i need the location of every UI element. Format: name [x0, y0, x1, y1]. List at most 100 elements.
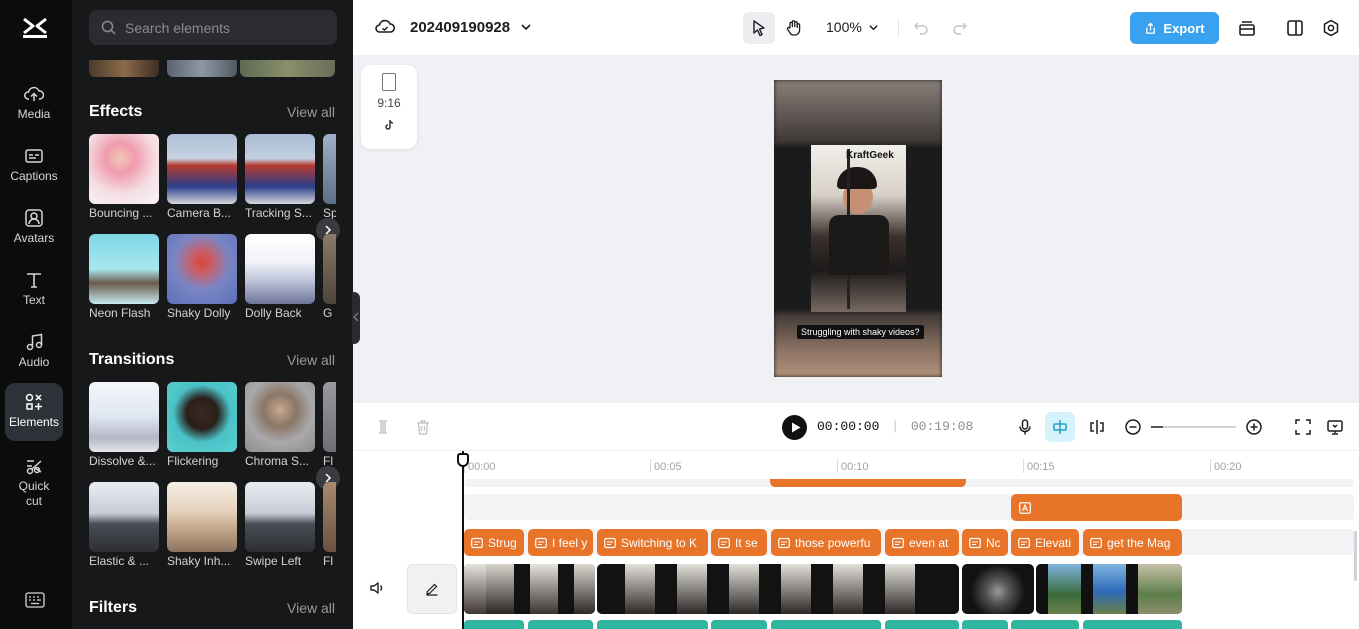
video-clip[interactable]	[597, 564, 959, 614]
nav-item-audio[interactable]: Audio	[5, 326, 63, 384]
speaker-icon	[370, 582, 383, 594]
transition-tile[interactable]: Fl	[323, 382, 336, 468]
video-frame-thumb	[464, 564, 486, 614]
caption-clip[interactable]: It se	[711, 529, 767, 556]
nav-item-avatars[interactable]: Avatars	[5, 202, 63, 260]
audio-clip[interactable]	[528, 620, 593, 629]
effect-tile[interactable]: Dolly Back	[245, 234, 315, 320]
edit-cover-button[interactable]	[407, 564, 457, 614]
redo-button[interactable]	[944, 12, 976, 44]
transition-tile[interactable]: Flickering	[167, 382, 237, 468]
mute-track-button[interactable]	[367, 578, 387, 598]
transition-label: Swipe Left	[245, 554, 302, 568]
caption-clip[interactable]: Elevati	[1011, 529, 1079, 556]
nav-item-quick-cut[interactable]: Quick cut	[5, 450, 63, 512]
watermark-text: KraftGeek	[846, 150, 894, 161]
undo-button[interactable]	[905, 12, 937, 44]
transition-tile[interactable]: Dissolve &...	[89, 382, 159, 468]
effect-tile[interactable]: Sp	[323, 134, 336, 220]
effect-tile[interactable]: Tracking S...	[245, 134, 315, 220]
transition-tile[interactable]: Swipe Left	[245, 482, 315, 568]
export-button[interactable]: Export	[1130, 12, 1219, 44]
delete-button[interactable]	[413, 417, 433, 437]
audio-clip[interactable]	[885, 620, 959, 629]
caption-clip[interactable]: Nc	[962, 529, 1008, 556]
nav-item-text[interactable]: Text	[5, 264, 63, 322]
audio-clip[interactable]	[962, 620, 1008, 629]
scrolled-thumbnail	[240, 60, 335, 77]
preview-settings-button[interactable]	[1325, 417, 1345, 437]
panel-collapse-handle[interactable]	[352, 292, 360, 344]
text-clip-icon	[1019, 501, 1031, 514]
effect-tile[interactable]: G	[323, 234, 336, 320]
zoom-dropdown[interactable]: 100%	[826, 19, 879, 35]
transition-tile[interactable]: Chroma S...	[245, 382, 315, 468]
fullscreen-button[interactable]	[1293, 417, 1313, 437]
effect-clip[interactable]	[770, 479, 966, 487]
keyboard-icon[interactable]	[25, 592, 45, 608]
record-voiceover-button[interactable]	[1015, 417, 1035, 437]
effect-thumbnail	[323, 134, 336, 204]
play-button[interactable]	[782, 415, 807, 440]
capcut-logo[interactable]	[21, 15, 49, 41]
transitions-view-all-link[interactable]: View all	[287, 352, 335, 368]
zoom-out-button[interactable]	[1123, 417, 1143, 437]
effect-tile[interactable]: Neon Flash	[89, 234, 159, 320]
ruler-tick	[650, 459, 651, 473]
effect-tile[interactable]: Shaky Dolly	[167, 234, 237, 320]
zoom-in-button[interactable]	[1244, 417, 1264, 437]
layers-button[interactable]	[1231, 12, 1263, 44]
zoom-value: 100%	[826, 19, 862, 35]
effect-thumbnail	[89, 134, 159, 204]
nav-item-elements[interactable]: Elements	[5, 383, 63, 441]
elements-icon	[25, 393, 42, 410]
playhead-line[interactable]	[462, 451, 464, 629]
project-title[interactable]: 202409190928	[375, 17, 532, 37]
transition-tile[interactable]: Shaky Inh...	[167, 482, 237, 568]
transition-tile[interactable]: Elastic & ...	[89, 482, 159, 568]
section-title-effects: Effects	[89, 103, 143, 120]
caption-clip[interactable]: Strug	[464, 529, 524, 556]
nav-item-media[interactable]: Media	[5, 78, 63, 136]
audio-clip[interactable]	[1011, 620, 1079, 629]
chevron-down-icon	[869, 24, 878, 30]
transition-tile[interactable]: Fl	[323, 482, 336, 568]
link-tracks-button[interactable]	[1087, 417, 1107, 437]
caption-overlay[interactable]: Struggling with shaky videos?	[797, 325, 924, 339]
audio-clip[interactable]	[1083, 620, 1182, 629]
playhead-handle[interactable]	[457, 453, 469, 467]
caption-clip[interactable]: get the Mag	[1083, 529, 1182, 556]
settings-button[interactable]	[1315, 12, 1347, 44]
layout-toggle-button[interactable]	[1279, 12, 1311, 44]
effects-view-all-link[interactable]: View all	[287, 104, 335, 120]
caption-clip[interactable]: even at	[885, 529, 959, 556]
caption-clip[interactable]: those powerfu	[771, 529, 881, 556]
text-clip[interactable]	[1011, 494, 1182, 521]
audio-clip[interactable]	[597, 620, 708, 629]
split-clip-button[interactable]	[373, 417, 393, 437]
timeline-scrollbar[interactable]	[1354, 531, 1357, 581]
audio-clip[interactable]	[464, 620, 524, 629]
aspect-ratio-card[interactable]: 9:16	[361, 65, 417, 149]
hand-tool-button[interactable]	[778, 12, 810, 44]
video-clip[interactable]	[962, 564, 1034, 614]
caption-clip[interactable]: Switching to K	[597, 529, 708, 556]
video-clip[interactable]	[1036, 564, 1182, 614]
video-canvas[interactable]: KraftGeek Struggling with shaky videos?	[774, 80, 942, 377]
auto-snap-toggle[interactable]	[1045, 412, 1075, 442]
timeline-zoom-slider[interactable]	[1151, 426, 1236, 428]
caption-clip[interactable]: I feel y	[528, 529, 593, 556]
video-frame-thumb	[781, 564, 811, 614]
nav-item-captions[interactable]: Captions	[5, 140, 63, 198]
fullscreen-icon	[1295, 419, 1311, 435]
caption-icon	[892, 537, 904, 548]
blurred-background-bottom	[774, 312, 942, 377]
filters-view-all-link[interactable]: View all	[287, 600, 335, 616]
audio-clip[interactable]	[711, 620, 767, 629]
select-tool-button[interactable]	[743, 12, 775, 44]
effect-tile[interactable]: Bouncing ...	[89, 134, 159, 220]
audio-clip[interactable]	[771, 620, 881, 629]
search-input[interactable]: Search elements	[89, 10, 337, 45]
effect-tile[interactable]: Camera B...	[167, 134, 237, 220]
video-clip[interactable]	[464, 564, 595, 614]
